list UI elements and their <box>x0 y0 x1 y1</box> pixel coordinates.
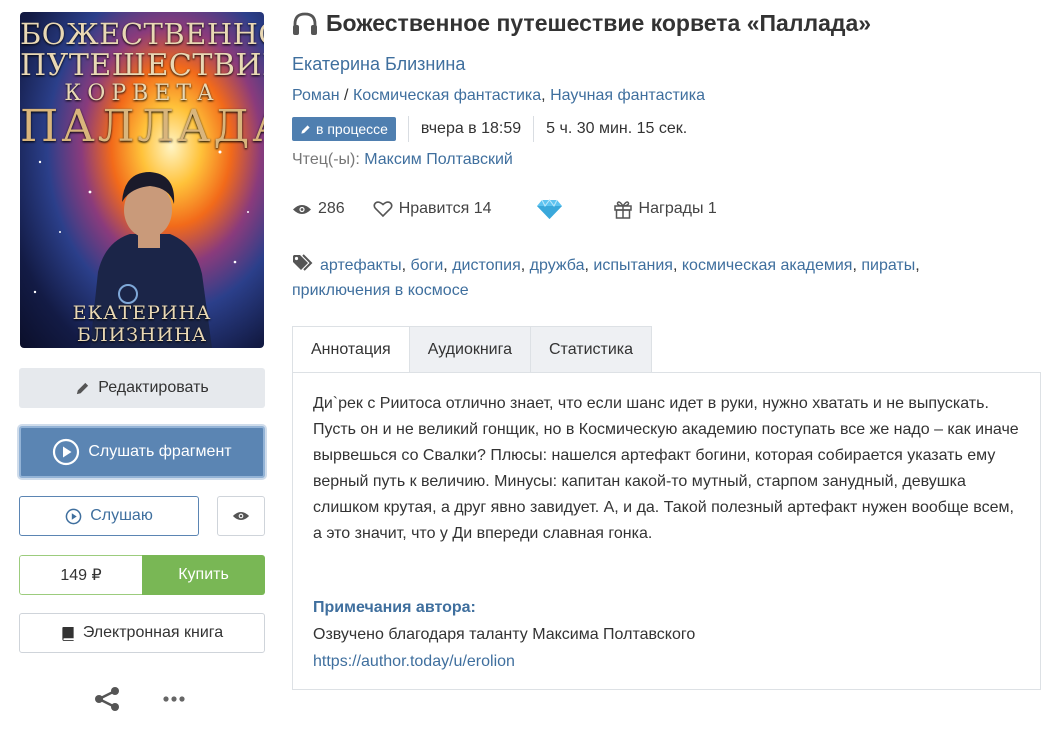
heart-icon <box>373 201 393 218</box>
reader: Чтец(-ы): Максим Полтавский <box>292 151 513 169</box>
buy-button[interactable]: Купить <box>142 555 265 595</box>
updated-time: вчера в 18:59 <box>420 120 522 137</box>
listen-fragment-label: Слушать фрагмент <box>88 443 232 460</box>
divider <box>533 116 535 142</box>
awards-label: Награды 1 <box>638 200 717 217</box>
views-count: 286 <box>318 200 345 217</box>
pencil-icon <box>77 382 89 394</box>
stats-row: 286 Нравится 14 Награды 1 <box>292 198 717 220</box>
duration: 5 ч. 30 мин. 15 сек. <box>546 120 688 137</box>
author-notes-text: Озвучено благодаря таланту Максима Полта… <box>313 626 696 643</box>
status-badge-label: в процессе <box>316 121 388 137</box>
tag-comma: , <box>520 257 530 274</box>
tag-link[interactable]: пираты <box>861 257 915 274</box>
reader-label: Чтец(-ы): <box>292 151 360 168</box>
genre-separator: / <box>339 87 353 104</box>
listen-fragment-button[interactable]: Слушать фрагмент <box>19 426 265 478</box>
author-notes-link[interactable]: https://author.today/u/erolion <box>313 653 515 671</box>
tag-comma: , <box>852 257 862 274</box>
genre-link[interactable]: Научная фантастика <box>550 87 705 104</box>
book-title: Божественное путешествие корвета «Паллад… <box>326 10 872 36</box>
tab-panel: Ди`рек с Риитоса отлично знает, что если… <box>292 372 1041 690</box>
tab-statistics[interactable]: Статистика <box>531 326 653 373</box>
tag-comma: , <box>915 257 920 274</box>
listening-label: Слушаю <box>90 507 153 524</box>
play-circle-icon <box>65 508 82 524</box>
edit-button-label: Редактировать <box>98 379 209 396</box>
pencil-icon <box>301 124 310 134</box>
tags-icon <box>293 254 313 271</box>
tab-annotation[interactable]: Аннотация <box>292 326 410 373</box>
tag-link[interactable]: космическая академия <box>682 257 853 274</box>
tag-link[interactable]: боги <box>410 257 443 274</box>
tag-link[interactable]: дистопия <box>452 257 521 274</box>
annotation-text: Ди`рек с Риитоса отлично знает, что если… <box>313 395 1019 542</box>
tag-link[interactable]: приключения в космосе <box>292 282 469 299</box>
edit-button[interactable]: Редактировать <box>19 368 265 408</box>
gift-icon <box>613 201 632 219</box>
likes-label: Нравится 14 <box>398 200 492 217</box>
book-icon <box>62 626 74 641</box>
tabs: Аннотация Аудиокнига Статистика <box>292 326 653 373</box>
tag-comma: , <box>672 257 682 274</box>
diamond-icon <box>536 199 562 219</box>
share-icon[interactable] <box>93 686 121 712</box>
author-notes-title: Примечания автора: <box>313 599 476 616</box>
more-options-icon[interactable] <box>161 690 187 708</box>
ebook-label: Электронная книга <box>82 624 224 641</box>
cover-title-line: ПУТЕШЕСТВИЕ <box>20 48 264 83</box>
eye-icon <box>293 204 311 214</box>
status-badge: в процессе <box>292 117 396 141</box>
eye-icon <box>232 511 250 521</box>
book-cover[interactable]: БОЖЕСТВЕННОЕ ПУТЕШЕСТВИЕ КОРВЕТА ПАЛЛАДА… <box>20 12 264 348</box>
cover-title-line: ПАЛЛАДА <box>20 101 264 152</box>
title-row: Божественное путешествие корвета «Паллад… <box>292 10 871 37</box>
genre-link[interactable]: Космическая фантастика <box>353 87 541 104</box>
genre-link[interactable]: Роман <box>292 87 340 104</box>
tab-audiobook[interactable]: Аудиокнига <box>409 326 531 373</box>
awards-stat[interactable]: Награды 1 <box>613 199 717 219</box>
cover-title-line: БОЖЕСТВЕННОЕ <box>20 17 264 51</box>
author-link[interactable]: Екатерина Близнина <box>292 54 465 75</box>
meta-row: в процессе вчера в 18:59 5 ч. 30 мин. 15… <box>292 116 687 142</box>
preview-button[interactable] <box>217 496 265 536</box>
cover-author: ЕКАТЕРИНА БЛИЗНИНА <box>72 302 212 346</box>
genre-comma: , <box>541 87 551 104</box>
divider <box>407 116 409 142</box>
tag-link[interactable]: дружба <box>530 257 585 274</box>
headphones-icon <box>293 12 317 35</box>
tag-comma: , <box>443 257 453 274</box>
ebook-button[interactable]: Электронная книга <box>19 613 265 653</box>
play-circle-icon <box>53 438 80 466</box>
buy-group: 149 ₽ Купить <box>19 555 265 595</box>
reader-link[interactable]: Максим Полтавский <box>364 151 513 168</box>
reward-button[interactable] <box>536 198 569 220</box>
tag-link[interactable]: испытания <box>593 257 673 274</box>
price-label: 149 ₽ <box>19 555 142 595</box>
tag-link[interactable]: артефакты <box>320 257 402 274</box>
like-button[interactable]: Нравится 14 <box>373 200 492 218</box>
tags: артефакты, боги, дистопия, дружба, испыт… <box>292 253 1012 303</box>
listening-button[interactable]: Слушаю <box>19 496 199 536</box>
views-stat: 286 <box>292 200 345 218</box>
genres: Роман / Космическая фантастика, Научная … <box>292 87 705 105</box>
